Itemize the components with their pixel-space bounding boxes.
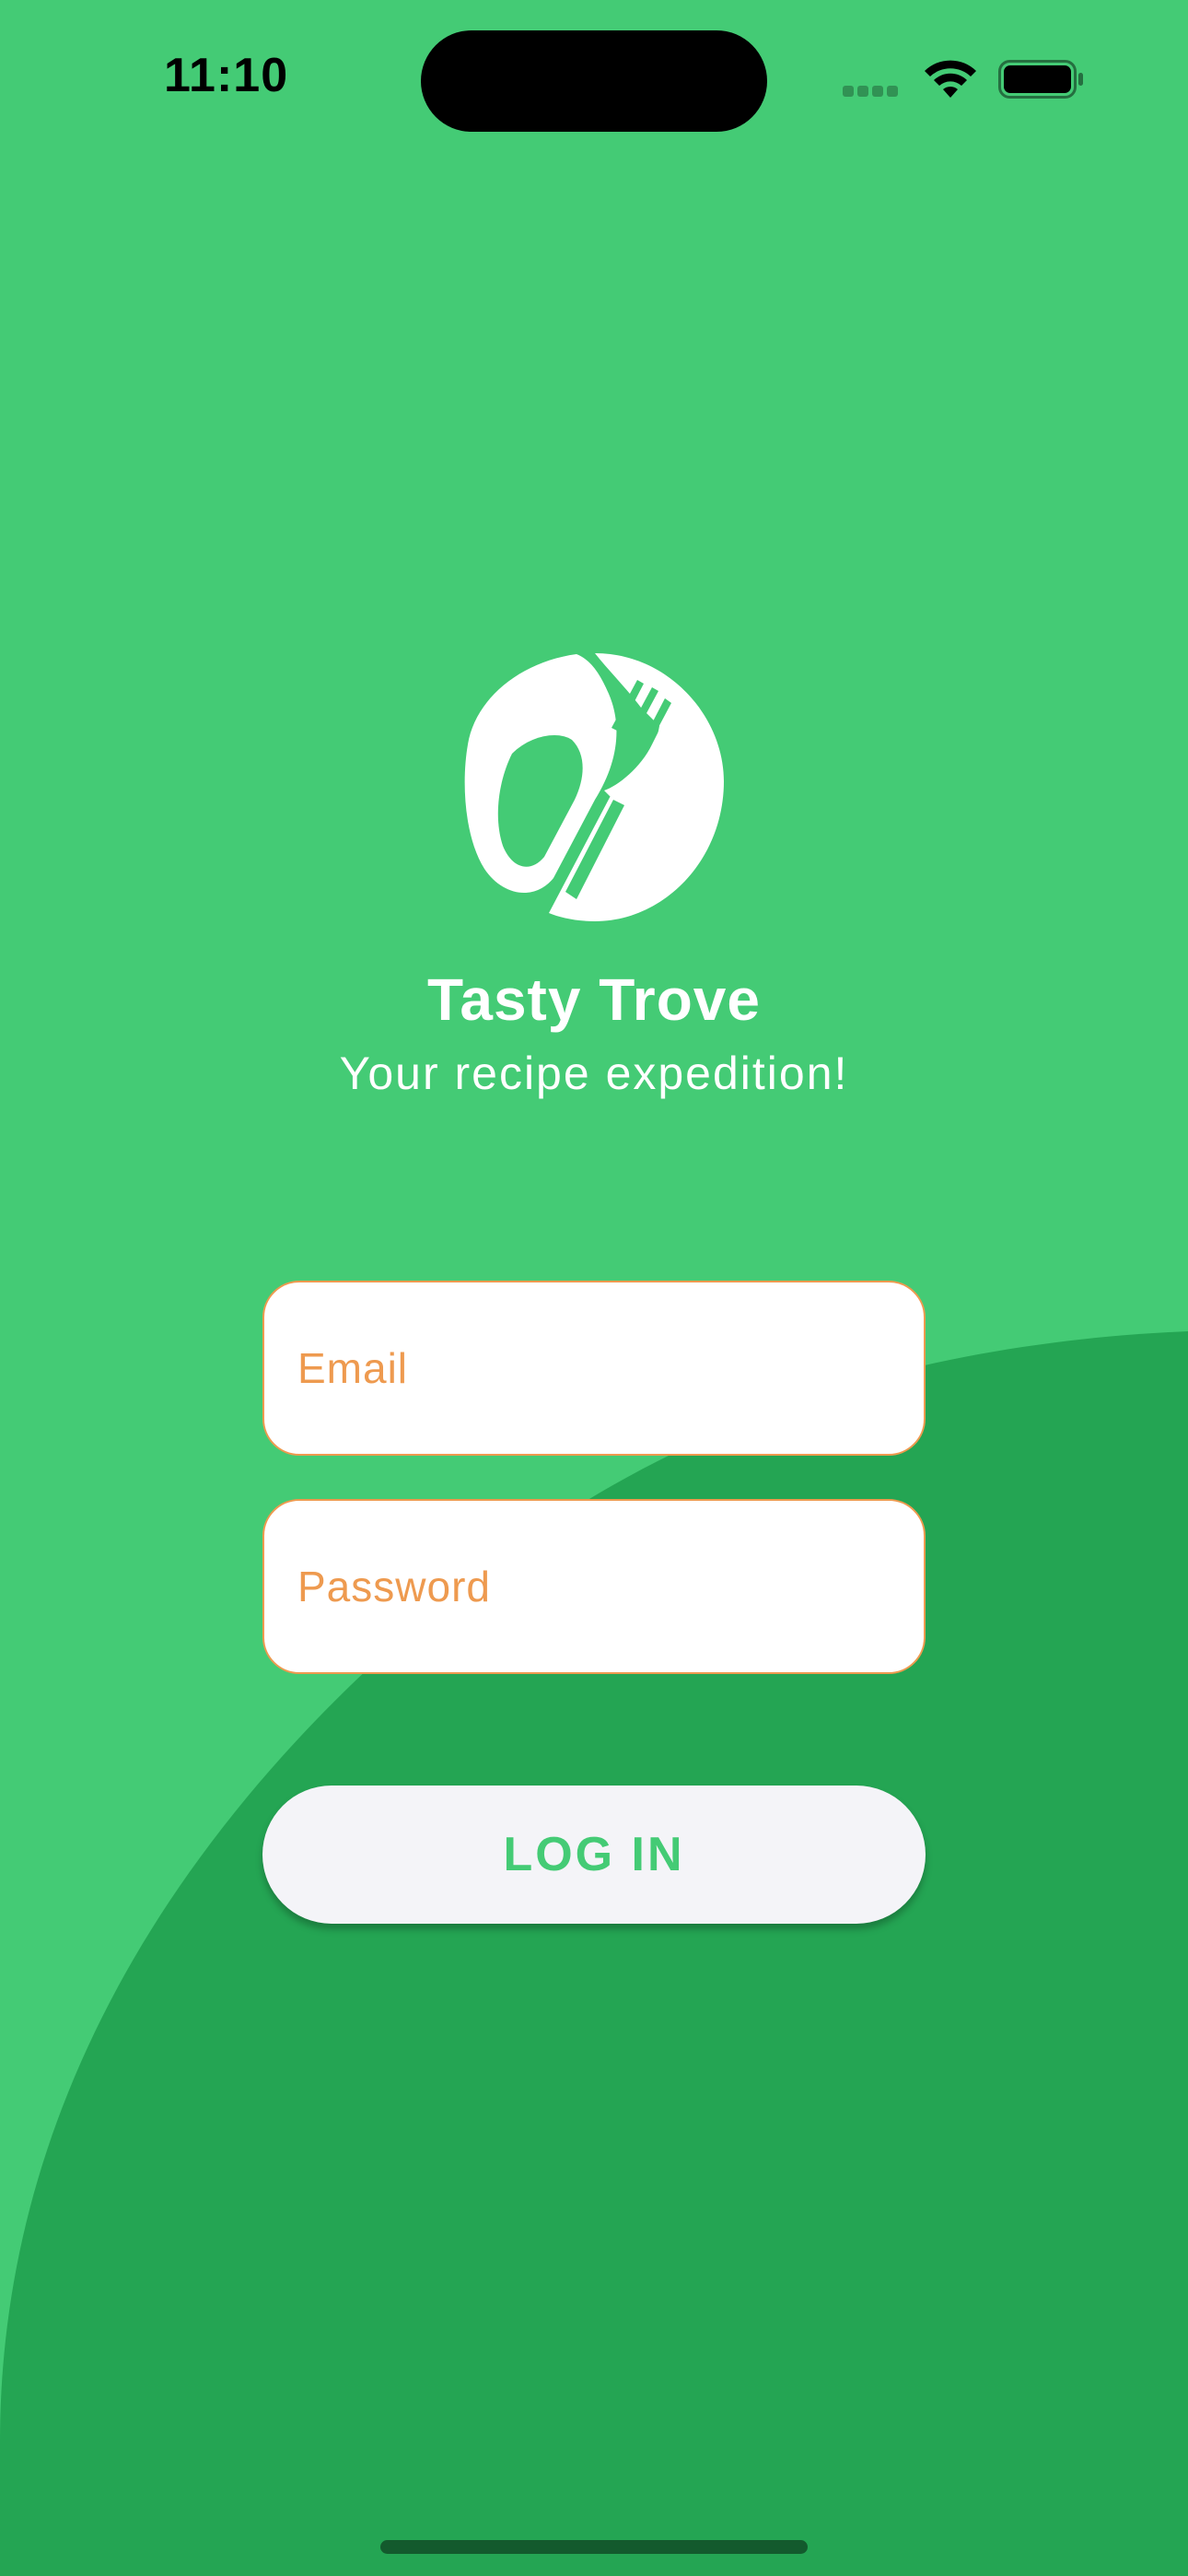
dynamic-island bbox=[421, 30, 767, 132]
app-title: Tasty Trove bbox=[427, 966, 761, 1033]
cellular-signal-icon bbox=[843, 85, 905, 98]
battery-icon bbox=[998, 60, 1083, 99]
spoon-fork-leaf-logo-icon bbox=[464, 653, 724, 921]
email-field[interactable] bbox=[262, 1281, 926, 1456]
app-subtitle: Your recipe expedition! bbox=[339, 1048, 849, 1099]
login-screen: 11:10 Tasty Trove Your recipe expedition… bbox=[0, 0, 1188, 2576]
home-indicator[interactable] bbox=[380, 2540, 808, 2554]
wifi-icon bbox=[925, 60, 976, 98]
status-bar-time: 11:10 bbox=[164, 49, 289, 102]
password-field[interactable] bbox=[262, 1499, 926, 1674]
login-button[interactable]: LOG IN bbox=[262, 1786, 926, 1924]
